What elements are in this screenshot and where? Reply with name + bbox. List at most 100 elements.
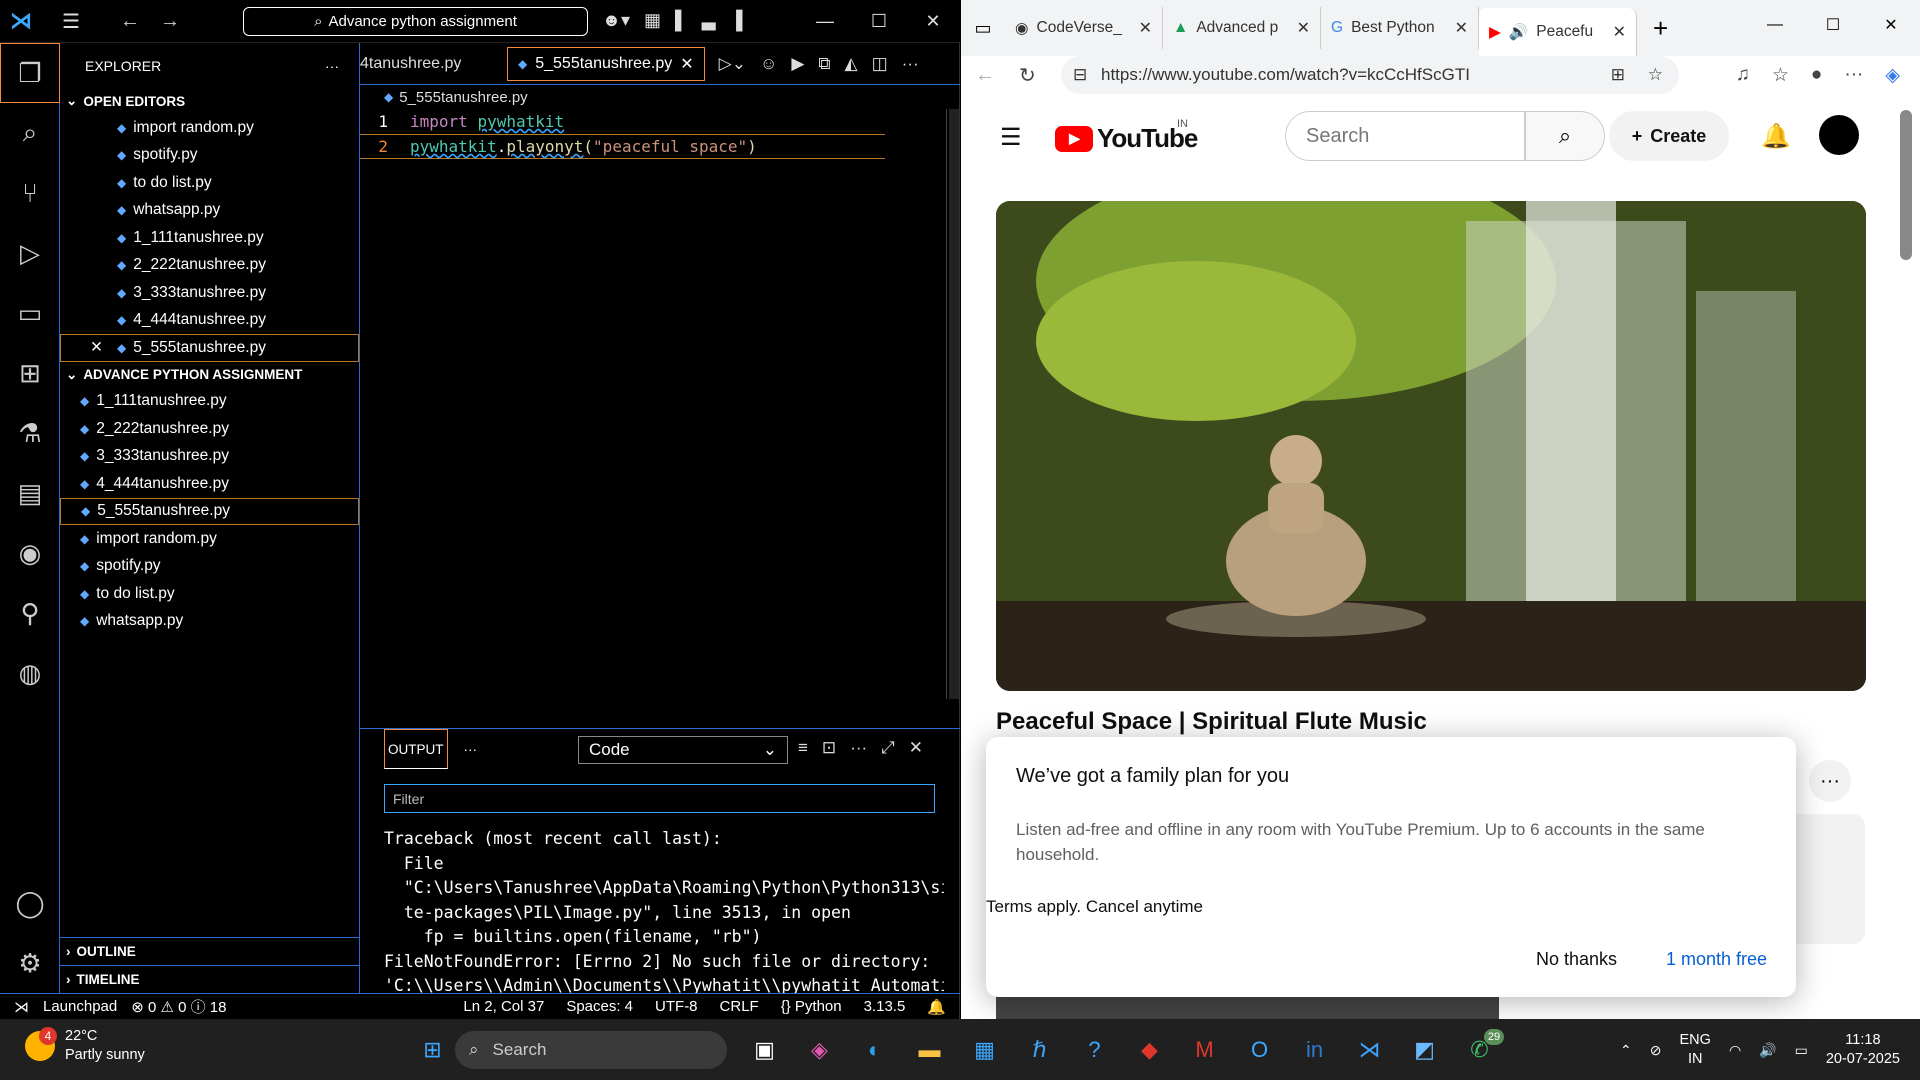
no-thanks-button[interactable]: No thanks [1536, 949, 1617, 970]
chevron-up-icon[interactable]: ⌃ [1620, 1042, 1632, 1059]
explorer-icon[interactable]: ❐ [0, 43, 60, 103]
layout-icon[interactable]: ▦ [644, 10, 661, 31]
file-item[interactable]: ◆ 3_333tanushree.py [60, 279, 359, 307]
timeline-header[interactable]: › TIMELINE [60, 965, 360, 993]
file-item[interactable]: ◆ 2_222tanushree.py [60, 415, 359, 443]
editor-scrollbar[interactable] [946, 109, 960, 699]
more-icon[interactable]: ··· [464, 742, 478, 757]
favorite-icon[interactable]: ☆ [1648, 65, 1663, 85]
more-icon[interactable]: ··· [1844, 64, 1863, 87]
code-line-current[interactable]: 2 pywhatkit. playonyt("peaceful space") [360, 134, 885, 159]
run-icon[interactable]: ▷⌄ [719, 54, 746, 74]
close-icon[interactable]: ✕ [1613, 22, 1626, 42]
profile-icon[interactable]: ● [1811, 64, 1822, 87]
battery-icon[interactable]: ▭ [1795, 1042, 1808, 1059]
help-icon[interactable]: ? [1067, 1031, 1122, 1069]
outlook-icon[interactable]: O [1232, 1031, 1287, 1069]
extensions-icon[interactable]: ⊞ [0, 343, 60, 403]
split-editor-icon[interactable]: ◫ [872, 54, 888, 74]
taskbar-search[interactable]: ⌕ Search [455, 1031, 727, 1069]
lock-icon[interactable]: ⊡ [822, 738, 836, 758]
browser-tab[interactable]: ◉ CodeVerse_ ✕ [1005, 7, 1163, 49]
video-player[interactable] [996, 201, 1866, 691]
file-item[interactable]: ◆ whatsapp.py [60, 608, 359, 636]
browser-tab-active[interactable]: ▶ 🔊 Peacefu ✕ [1479, 8, 1637, 56]
launchpad[interactable]: Launchpad [43, 998, 117, 1015]
new-tab-icon[interactable]: + [1653, 13, 1668, 44]
menu-icon[interactable]: ☰ [1000, 123, 1022, 152]
close-icon[interactable]: ✕ [906, 0, 960, 43]
folder-icon[interactable]: ▤ [0, 463, 60, 523]
month-free-button[interactable]: 1 month free [1666, 949, 1767, 970]
linkedin-icon[interactable]: in [1287, 1031, 1342, 1069]
remote-explorer-icon[interactable]: ▭ [0, 283, 60, 343]
indentation[interactable]: Spaces: 4 [566, 998, 633, 1016]
account-icon[interactable]: ◯ [0, 873, 60, 933]
clock[interactable]: 11:18 20-07-2025 [1826, 1031, 1900, 1069]
app-icon[interactable]: ⊞ [1611, 65, 1625, 85]
output-filter-input[interactable]: Filter [384, 784, 935, 813]
notifications-icon[interactable]: 🔔 [927, 998, 946, 1016]
file-item[interactable]: ◆ 4_444tanushree.py [60, 307, 359, 335]
browser-tab[interactable]: ▲ Advanced p ✕ [1163, 7, 1321, 49]
wifi-icon[interactable]: ◠ [1729, 1042, 1741, 1059]
site-info-icon[interactable]: ⊟ [1073, 65, 1087, 85]
more-icon[interactable]: ··· [902, 54, 919, 74]
language-indicator[interactable]: ENG IN [1680, 1031, 1711, 1069]
back-icon[interactable]: ← [975, 64, 995, 87]
remote-icon[interactable]: ◍ [0, 643, 60, 703]
create-button[interactable]: + Create [1609, 111, 1729, 161]
problems-indicator[interactable]: ⊗ 0 ⚠ 0 ⓘ 18 [131, 996, 226, 1017]
youtube-logo[interactable]: ▶ YouTube [1055, 123, 1198, 154]
clear-output-icon[interactable]: ≡ [798, 738, 808, 758]
flask-icon[interactable]: ◭ [845, 54, 858, 74]
maximize-icon[interactable]: ☐ [852, 0, 906, 43]
panel-toggle-icon[interactable]: ▃ [702, 10, 716, 31]
close-icon[interactable]: ✕ [1297, 18, 1310, 38]
file-item[interactable]: ◆ import random.py [60, 525, 359, 553]
code-editor[interactable]: 1 import pywhatkit 2 pywhatkit. playonyt("p… [360, 109, 960, 159]
mcafee-icon[interactable]: ◆ [1122, 1031, 1177, 1069]
cat-icon[interactable]: ☺ [760, 54, 777, 74]
code-line[interactable]: 1 import pywhatkit [360, 109, 960, 134]
search-icon[interactable]: ⌕ [0, 103, 60, 163]
copilot-icon[interactable]: ◈ [792, 1031, 847, 1069]
maximize-icon[interactable]: ☐ [1804, 0, 1862, 50]
sidebar-toggle-icon[interactable]: ▌ [675, 10, 688, 31]
browser-tab[interactable]: G Best Python ✕ [1321, 7, 1479, 49]
vscode-icon[interactable]: ⋊ [1342, 1031, 1397, 1069]
file-item[interactable]: ◆ spotify.py [60, 553, 359, 581]
cursor-position[interactable]: Ln 2, Col 37 [463, 998, 544, 1016]
favorites-icon[interactable]: ☆ [1772, 64, 1789, 87]
edge-icon[interactable]: ◐ [847, 1031, 902, 1069]
gmail-icon[interactable]: M [1177, 1031, 1232, 1069]
git-graph-icon[interactable]: ◉ [0, 523, 60, 583]
breadcrumb[interactable]: ◆ 5_555tanushree.py [360, 85, 960, 109]
file-item[interactable]: ◆ 4_444tanushree.py [60, 470, 359, 498]
whatsapp-icon[interactable]: ✆ 29 [1452, 1029, 1507, 1069]
close-icon[interactable]: ✕ [1139, 18, 1152, 38]
volume-icon[interactable]: 🔊 [1759, 1042, 1776, 1059]
minimize-icon[interactable]: — [1746, 0, 1804, 50]
network-status-icon[interactable]: ⊘ [1650, 1042, 1662, 1059]
myhp-icon[interactable]: ℏ [1012, 1031, 1067, 1069]
bell-icon[interactable]: 🔔 [1761, 122, 1791, 151]
run-debug-icon[interactable]: ▷ [0, 223, 60, 283]
page-scrollbar[interactable] [1900, 110, 1912, 260]
more-icon[interactable]: ··· [325, 58, 339, 74]
open-editors-header[interactable]: ⌄ OPEN EDITORS [60, 88, 359, 114]
close-icon[interactable]: ✕ [1455, 18, 1468, 38]
editor-tab-active[interactable]: ◆ 5_555tanushree.py ✕ [507, 46, 705, 81]
url-input[interactable]: ⊟ https://www.youtube.com/watch?v=kcCcHfS… [1061, 56, 1679, 94]
close-panel-icon[interactable]: ✕ [909, 738, 923, 758]
file-item[interactable]: ◆ import random.py [60, 114, 359, 142]
more-icon[interactable]: ··· [1809, 760, 1851, 802]
file-item[interactable]: ◆ whatsapp.py [60, 197, 359, 225]
close-icon[interactable]: ✕ [680, 54, 693, 74]
secondary-sidebar-icon[interactable]: ▐ [730, 10, 743, 31]
file-item[interactable]: ◆ spotify.py [60, 142, 359, 170]
task-view-icon[interactable]: ▣ [737, 1031, 792, 1069]
output-channel-select[interactable]: Code ⌄ [578, 736, 788, 764]
source-control-icon[interactable]: ⑂ [0, 163, 60, 223]
search-input[interactable]: Search [1285, 111, 1525, 161]
